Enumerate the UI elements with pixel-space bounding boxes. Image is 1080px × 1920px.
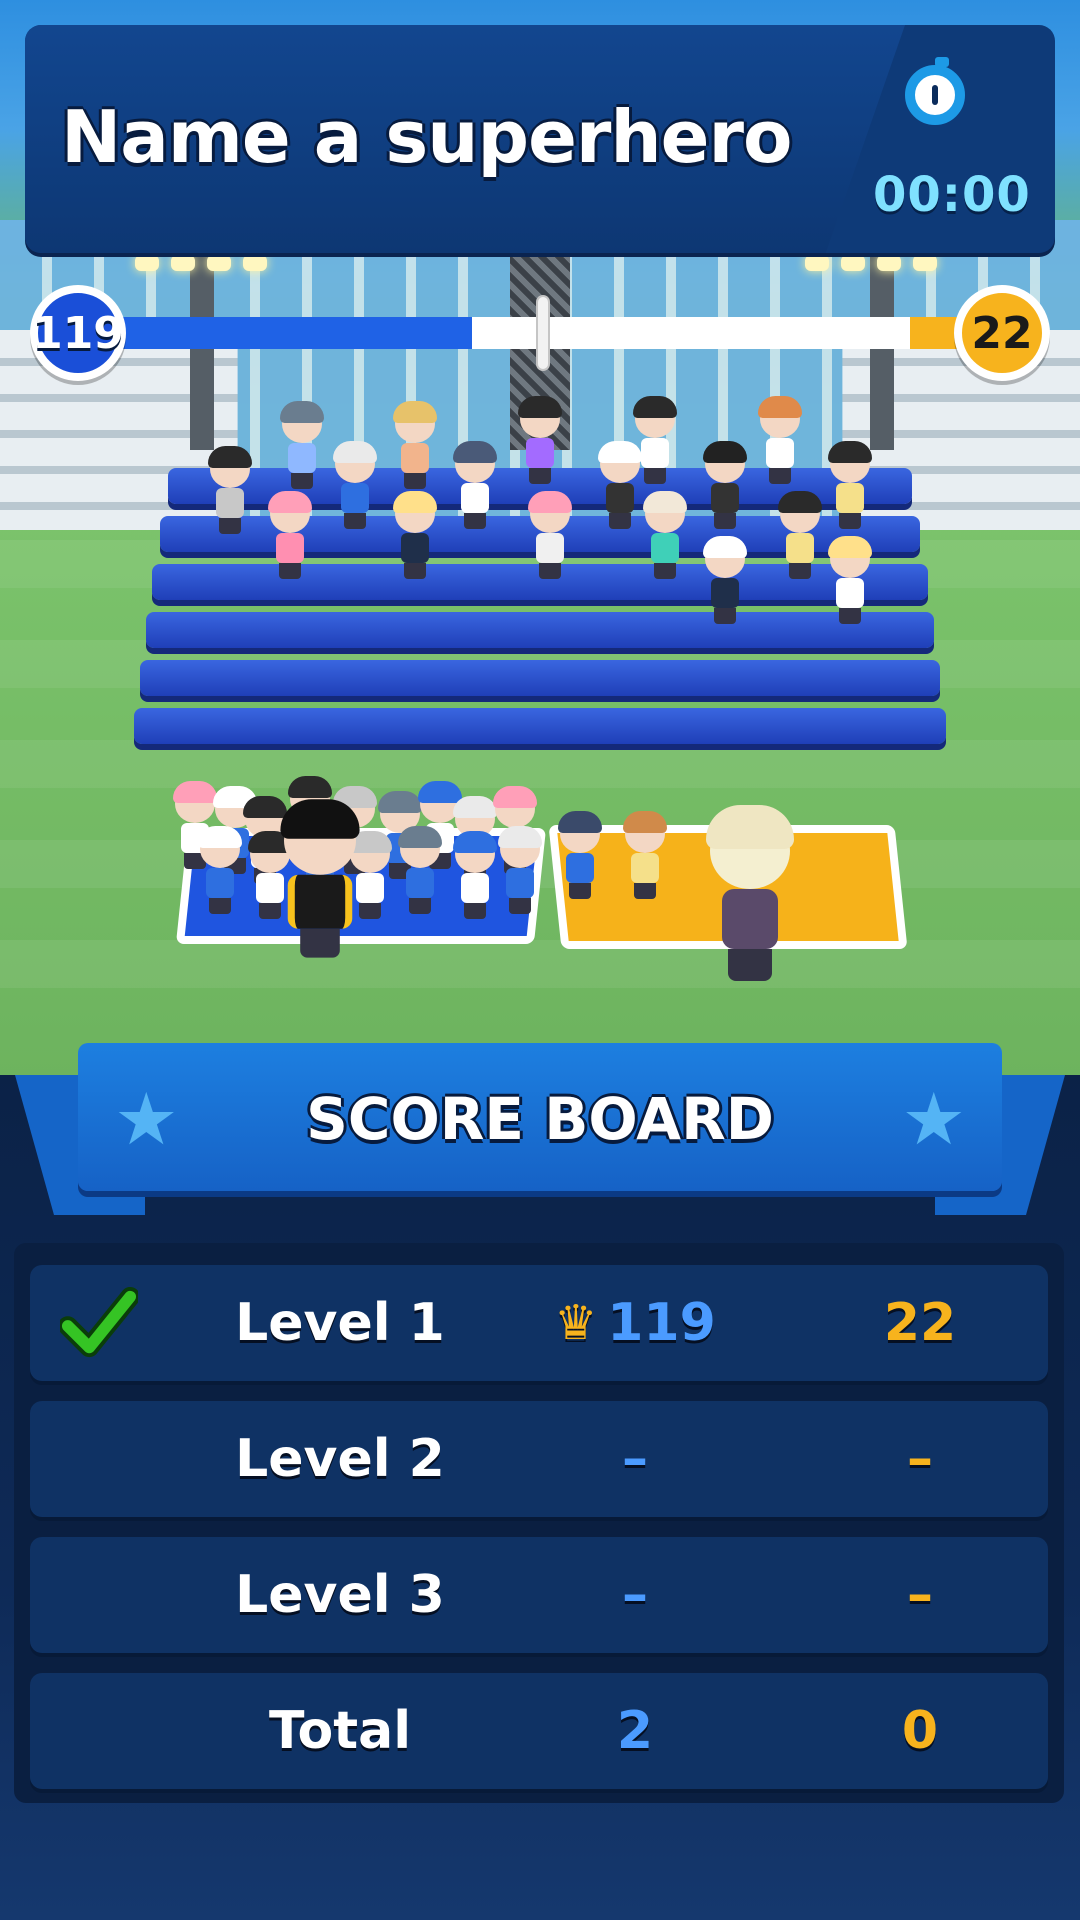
yellow-score: – [907,1429,933,1489]
blue-score: – [622,1565,648,1625]
blue-fill [100,317,472,349]
blue-score: ♛ 119 [470,1265,800,1381]
scoreboard-row-total: Total 2 0 [30,1673,1048,1789]
crowd-figure [208,446,252,534]
crowd-figure [393,491,437,579]
scoreboard-table: Level 1 ♛ 119 22 Level 2 – – Level 3 – –… [14,1243,1064,1803]
yellow-score: 0 [901,1701,939,1761]
stadium-lights [135,255,279,273]
crowd-figure [558,811,602,899]
crowd-figure [778,491,822,579]
crowd-figure [758,396,802,484]
row-label: Level 2 [235,1429,445,1489]
question-text: Name a superhero [61,95,792,179]
crown-icon: ♛ [554,1295,598,1351]
blue-score-badge: 119 [30,285,126,381]
crowd-figure [398,826,442,914]
scoreboard-title: SCORE BOARD [306,1085,774,1153]
crowd-figure [703,441,747,529]
scoreboard-row-level-1: Level 1 ♛ 119 22 [30,1265,1048,1381]
stadium-lights [805,255,949,273]
crowd-figure [703,536,747,624]
crowd-figure [453,831,497,919]
blue-score: – [622,1429,648,1489]
score-progress-bar: 119 22 [30,285,1050,381]
opponent-avatar [706,805,794,981]
crowd-figure [528,491,572,579]
yellow-score-badge: 22 [954,285,1050,381]
scoreboard-row-level-2: Level 2 – – [30,1401,1048,1517]
crowd-figure [348,831,392,919]
row-label: Total [268,1701,412,1761]
row-label: Level 1 [235,1293,445,1353]
blue-score: 2 [616,1701,654,1761]
crowd-figure [333,441,377,529]
yellow-score: – [907,1565,933,1625]
crowd-figure [828,441,872,529]
question-panel: Name a superhero 00:00 [25,25,1055,253]
yellow-score: 22 [883,1293,957,1353]
scoreboard-banner: ★ SCORE BOARD ★ [78,1043,1002,1191]
crowd-figure [633,396,677,484]
star-icon: ★ [901,1077,966,1161]
crowd-figure [198,826,242,914]
check-icon [60,1286,138,1358]
crowd-figure [453,441,497,529]
player-avatar-graduate [280,799,360,958]
crowd-figure [498,826,542,914]
crowd-figure [623,811,667,899]
center-marker [538,297,548,369]
crowd-figure [393,401,437,489]
crowd-figure [518,396,562,484]
crowd-figure [268,491,312,579]
crowd-figure [828,536,872,624]
row-label: Level 3 [235,1565,445,1625]
crowd-figure [643,491,687,579]
scoreboard-row-level-3: Level 3 – – [30,1537,1048,1653]
stopwatch-icon [905,57,965,125]
timer-text: 00:00 [873,167,1031,223]
blue-score-value: 119 [607,1293,716,1353]
crowd-figure [280,401,324,489]
crowd-figure [598,441,642,529]
